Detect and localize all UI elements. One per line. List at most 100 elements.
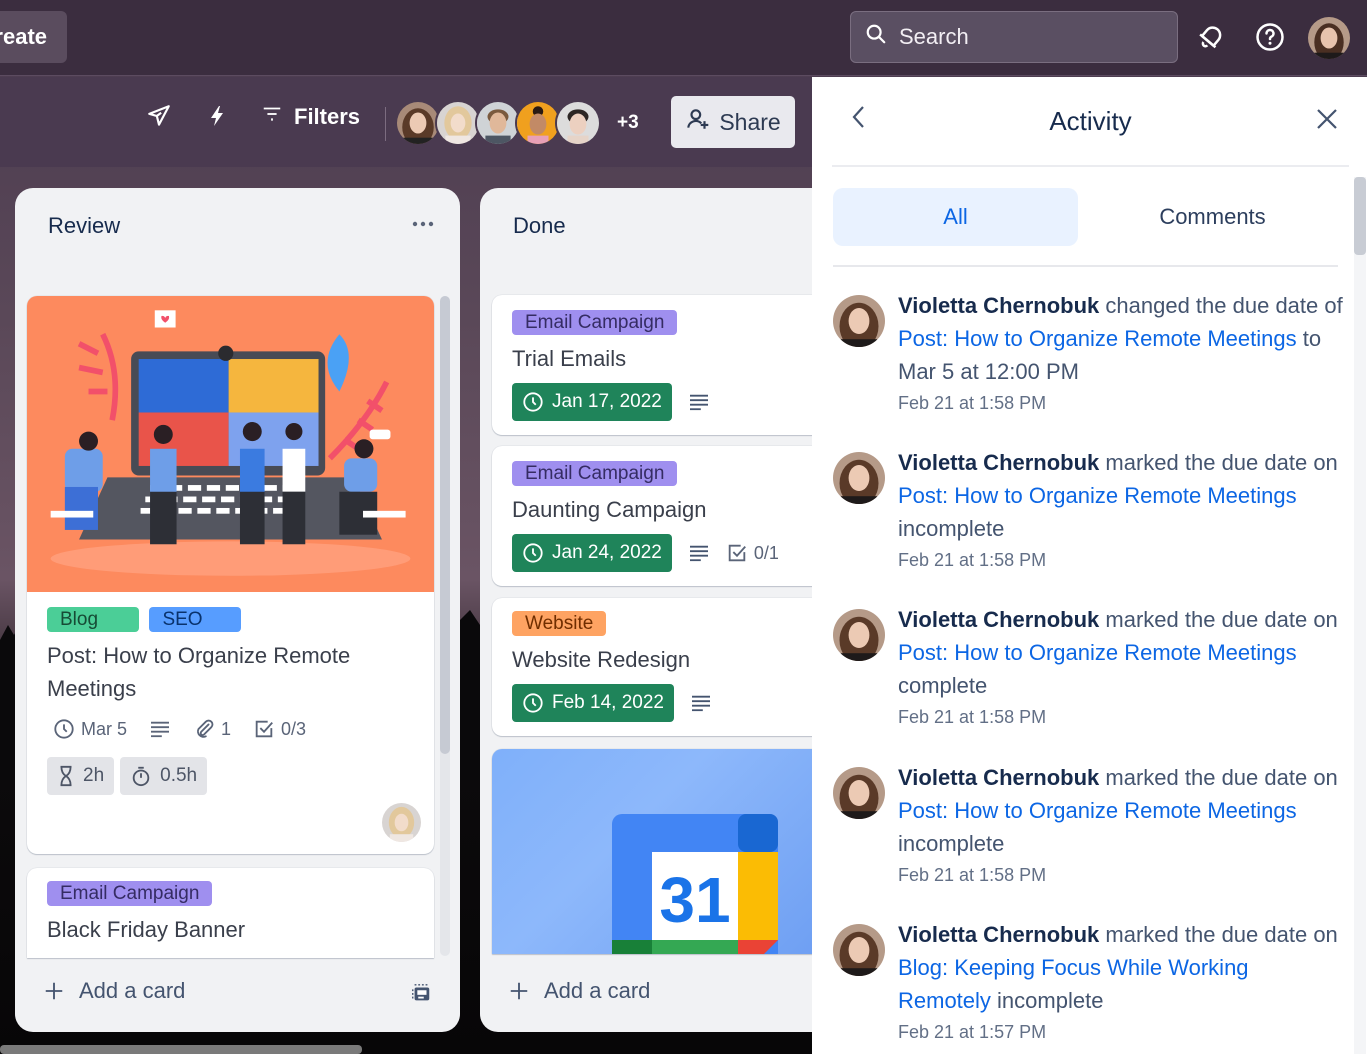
checklist-count: 0/3 — [281, 718, 307, 739]
list-scrollbar-thumb[interactable] — [440, 296, 450, 754]
checklist-badge: 0/3 — [253, 718, 306, 740]
add-card-button[interactable]: Add a card — [43, 978, 185, 1004]
user-avatar[interactable] — [833, 295, 885, 347]
due-date-complete-badge[interactable]: Feb 14, 2022 — [512, 684, 674, 722]
share-button[interactable]: Share — [671, 96, 795, 148]
search-input[interactable] — [899, 24, 1159, 50]
notifications-bell-icon[interactable] — [1194, 20, 1228, 54]
due-date-complete-badge[interactable]: Jan 24, 2022 — [512, 534, 672, 572]
card-daunting-campaign[interactable]: Email Campaign Daunting Campaign Jan 24,… — [492, 446, 825, 586]
card-black-friday[interactable]: Email Campaign Black Friday Banner — [27, 868, 434, 958]
activity-timestamp[interactable]: Feb 21 at 1:57 PM — [898, 1017, 1343, 1047]
due-date-text: Jan 24, 2022 — [552, 542, 662, 563]
checklist-icon — [255, 720, 273, 738]
top-navigation: reate — [0, 0, 1367, 76]
time-tracking: 2h 0.5h — [47, 757, 208, 795]
activity-timestamp[interactable]: Feb 21 at 1:58 PM — [898, 388, 1343, 418]
clock-icon — [523, 693, 543, 713]
activity-user[interactable]: Violetta Chernobuk — [898, 765, 1099, 790]
description-icon — [689, 545, 708, 562]
calendar-date-text: 31 — [659, 864, 730, 936]
panel-scrollbar-track[interactable] — [1354, 177, 1366, 1054]
panel-scrollbar-thumb[interactable] — [1354, 177, 1366, 255]
card-labels: Email Campaign — [512, 310, 683, 335]
label-email-campaign[interactable]: Email Campaign — [47, 881, 213, 906]
activity-text: Violetta Chernobuk marked the due date o… — [898, 918, 1343, 1047]
automation-lightning-icon — [205, 103, 229, 134]
board-members[interactable]: +3 — [395, 99, 639, 147]
label-website[interactable]: Website — [512, 611, 607, 636]
description-icon — [691, 695, 710, 712]
card-labels: Blog SEO — [47, 607, 247, 632]
clock-icon — [54, 719, 74, 739]
activity-timestamp[interactable]: Feb 21 at 1:58 PM — [898, 545, 1343, 575]
list-menu-button[interactable] — [412, 210, 434, 233]
checklist-badge: 0/1 — [726, 542, 779, 564]
plus-icon — [45, 982, 63, 1000]
filters-button[interactable]: Filters — [260, 103, 360, 130]
card-title: Daunting Campaign — [512, 497, 707, 522]
activity-action: marked the due date on — [1099, 922, 1338, 947]
activity-card-link[interactable]: Post: How to Organize Remote Meetings — [898, 640, 1297, 665]
card-badges: Jan 17, 2022 — [512, 383, 710, 421]
label-email-campaign[interactable]: Email Campaign — [512, 310, 678, 335]
tab-all[interactable]: All — [833, 188, 1078, 246]
activity-card-link[interactable]: Post: How to Organize Remote Meetings — [898, 483, 1297, 508]
card-google-calendar[interactable]: 31 — [492, 749, 825, 954]
card-remote-meetings[interactable]: Blog SEO Post: How to Organize Remote Me… — [27, 296, 434, 854]
activity-action: changed the due date of — [1099, 293, 1343, 318]
add-card-button[interactable]: Add a card — [508, 978, 650, 1004]
activity-suffix: incomplete — [898, 516, 1005, 541]
card-member-avatar[interactable] — [382, 803, 421, 842]
card-labels: Email Campaign — [512, 461, 683, 486]
close-button[interactable] — [1315, 107, 1339, 136]
more-members-count[interactable]: +3 — [617, 112, 639, 134]
due-date-badge[interactable]: Mar 5 — [53, 718, 127, 740]
activity-action: marked the due date on — [1099, 607, 1338, 632]
card-title: Black Friday Banner — [47, 917, 246, 942]
card-trial-emails[interactable]: Email Campaign Trial Emails Jan 17, 2022 — [492, 295, 825, 435]
activity-user[interactable]: Violetta Chernobuk — [898, 450, 1099, 475]
label-seo[interactable]: SEO — [149, 607, 242, 632]
activity-user[interactable]: Violetta Chernobuk — [898, 293, 1099, 318]
card-badges: Jan 24, 2022 0/1 — [512, 534, 779, 572]
activity-panel: Activity All Comments Violetta Chernobuk… — [812, 77, 1367, 1054]
attachments-badge: 1 — [193, 718, 231, 740]
activity-text: Violetta Chernobuk marked the due date o… — [898, 446, 1343, 575]
tab-comments[interactable]: Comments — [1090, 188, 1335, 246]
card-website-redesign[interactable]: Website Website Redesign Feb 14, 2022 — [492, 598, 825, 736]
member-avatar[interactable] — [555, 100, 601, 146]
user-avatar[interactable] — [833, 767, 885, 819]
user-avatar[interactable] — [833, 609, 885, 661]
automation-button[interactable] — [205, 103, 229, 134]
activity-tabs: All Comments — [833, 188, 1338, 246]
create-from-template-button[interactable] — [410, 982, 432, 1009]
google-calendar-cover: 31 — [612, 814, 778, 954]
activity-card-link[interactable]: Post: How to Organize Remote Meetings — [898, 326, 1297, 351]
activity-timestamp[interactable]: Feb 21 at 1:58 PM — [898, 702, 1343, 732]
create-button[interactable]: reate — [0, 11, 67, 63]
due-date-text: Feb 14, 2022 — [552, 692, 664, 713]
activity-timestamp[interactable]: Feb 21 at 1:58 PM — [898, 860, 1343, 890]
label-blog[interactable]: Blog — [47, 607, 139, 632]
due-date-complete-badge[interactable]: Jan 17, 2022 — [512, 383, 672, 421]
label-email-campaign[interactable]: Email Campaign — [512, 461, 678, 486]
user-avatar[interactable] — [833, 452, 885, 504]
due-date-text: Jan 17, 2022 — [552, 391, 662, 412]
activity-title: Activity — [1049, 106, 1132, 136]
help-icon[interactable] — [1253, 20, 1287, 54]
card-badges: Feb 14, 2022 — [512, 684, 712, 722]
activity-user[interactable]: Violetta Chernobuk — [898, 922, 1099, 947]
divider — [833, 265, 1338, 267]
user-avatar[interactable] — [833, 924, 885, 976]
search-box[interactable] — [850, 11, 1178, 63]
activity-card-link[interactable]: Post: How to Organize Remote Meetings — [898, 798, 1297, 823]
power-ups-button[interactable] — [146, 103, 172, 134]
profile-avatar[interactable] — [1308, 17, 1350, 59]
board-horizontal-scrollbar[interactable] — [0, 1045, 362, 1054]
list-review: Review Blog SEO Post: How to Organize Re… — [15, 188, 460, 1032]
card-badges: Mar 5 1 0/3 — [53, 718, 306, 740]
list-done: Done Email Campaign Trial Emails Jan 17,… — [480, 188, 825, 1032]
clock-icon — [523, 543, 543, 563]
activity-user[interactable]: Violetta Chernobuk — [898, 607, 1099, 632]
